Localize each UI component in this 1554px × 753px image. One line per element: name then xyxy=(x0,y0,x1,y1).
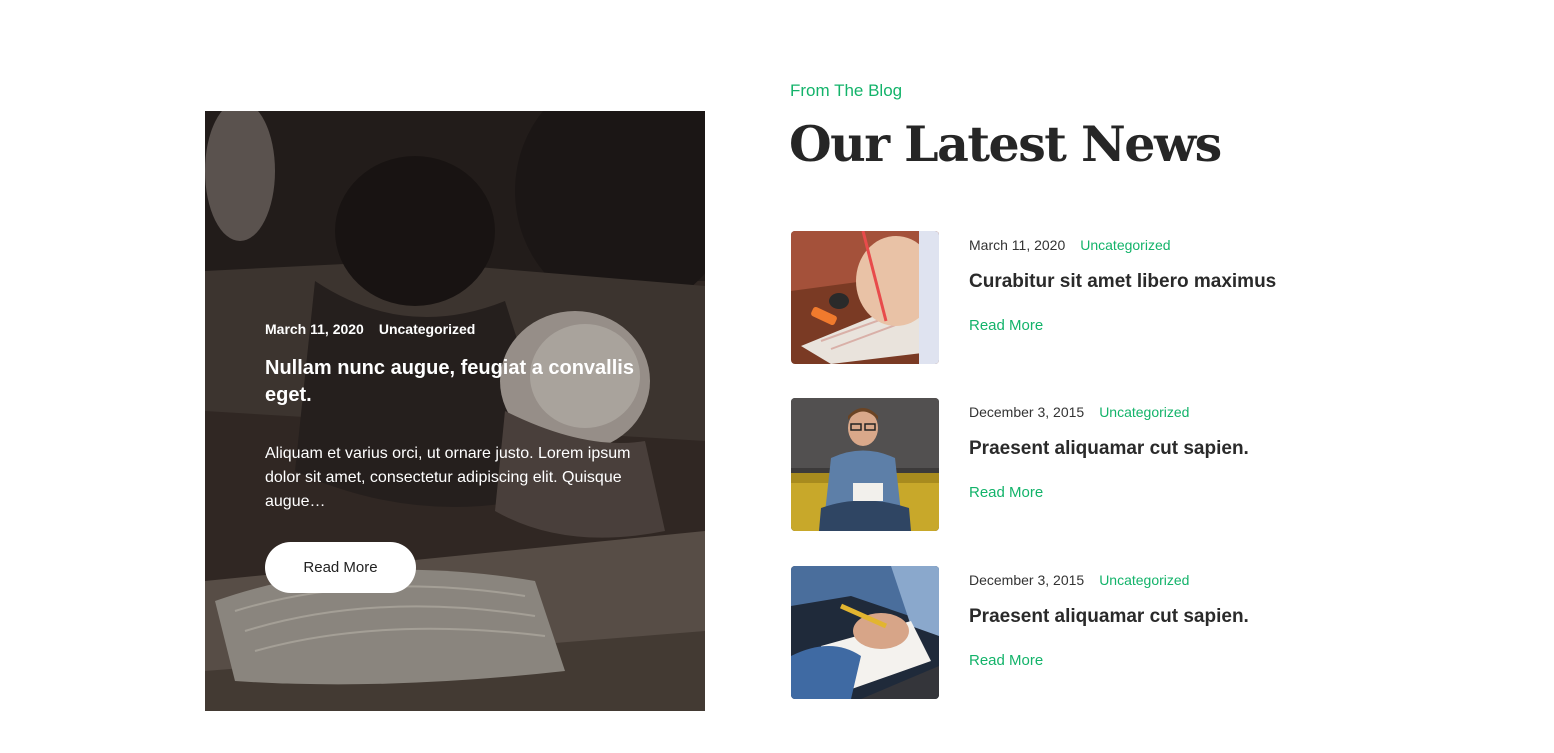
post-thumbnail-image xyxy=(791,231,939,364)
post-title[interactable]: Curabitur sit amet libero maximus xyxy=(969,269,1389,295)
post-category[interactable]: Uncategorized xyxy=(1099,570,1189,590)
featured-post-category[interactable]: Uncategorized xyxy=(379,319,475,339)
post-body: March 11, 2020 Uncategorized Curabitur s… xyxy=(969,235,1389,336)
post-meta: December 3, 2015 Uncategorized xyxy=(969,402,1389,422)
post-date[interactable]: December 3, 2015 xyxy=(969,570,1084,590)
section-eyebrow: From The Blog xyxy=(790,81,903,100)
featured-post-card[interactable]: March 11, 2020 Uncategorized Nullam nunc… xyxy=(205,111,705,711)
featured-read-more-button[interactable]: Read More xyxy=(265,542,416,593)
featured-post-title[interactable]: Nullam nunc augue, feugiat a convallis e… xyxy=(265,355,645,409)
post-thumbnail-image xyxy=(791,398,939,531)
section-heading: Our Latest News xyxy=(789,115,1222,173)
post-meta: December 3, 2015 Uncategorized xyxy=(969,570,1389,590)
post-date[interactable]: December 3, 2015 xyxy=(969,402,1084,422)
featured-post-meta: March 11, 2020 Uncategorized xyxy=(265,319,645,339)
post-thumbnail[interactable] xyxy=(791,566,939,699)
post-thumbnail-image xyxy=(791,566,939,699)
post-item: March 11, 2020 Uncategorized Curabitur s… xyxy=(791,231,1391,364)
post-category[interactable]: Uncategorized xyxy=(1080,235,1170,255)
post-category[interactable]: Uncategorized xyxy=(1099,402,1189,422)
post-item: December 3, 2015 Uncategorized Praesent … xyxy=(791,566,1391,699)
blog-section: March 11, 2020 Uncategorized Nullam nunc… xyxy=(0,0,1554,753)
post-thumbnail[interactable] xyxy=(791,398,939,531)
featured-post-excerpt: Aliquam et varius orci, ut ornare justo.… xyxy=(265,445,631,510)
post-meta: March 11, 2020 Uncategorized xyxy=(969,235,1389,255)
post-title[interactable]: Praesent aliquamar cut sapien. xyxy=(969,436,1389,462)
post-title[interactable]: Praesent aliquamar cut sapien. xyxy=(969,604,1389,630)
post-body: December 3, 2015 Uncategorized Praesent … xyxy=(969,570,1389,671)
post-read-more-link[interactable]: Read More xyxy=(969,316,1043,336)
post-thumbnail[interactable] xyxy=(791,231,939,364)
post-body: December 3, 2015 Uncategorized Praesent … xyxy=(969,402,1389,503)
featured-post-content: March 11, 2020 Uncategorized Nullam nunc… xyxy=(265,319,645,593)
post-date[interactable]: March 11, 2020 xyxy=(969,235,1065,255)
post-read-more-link[interactable]: Read More xyxy=(969,483,1043,503)
post-read-more-link[interactable]: Read More xyxy=(969,651,1043,671)
post-item: December 3, 2015 Uncategorized Praesent … xyxy=(791,398,1391,531)
featured-post-date[interactable]: March 11, 2020 xyxy=(265,319,364,339)
